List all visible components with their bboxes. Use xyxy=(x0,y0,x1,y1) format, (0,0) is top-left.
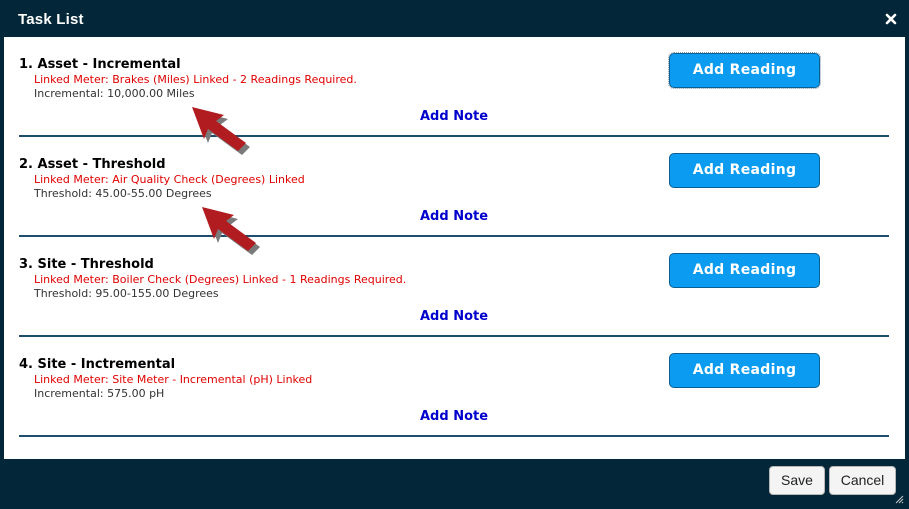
add-note-link[interactable]: Add Note xyxy=(420,109,488,124)
dialog-title: Task List xyxy=(18,11,84,28)
add-reading-button[interactable]: Add Reading xyxy=(669,353,820,388)
task-meter-value: Incremental: 575.00 pH xyxy=(34,387,165,400)
task-list: 1. Asset - Incremental Linked Meter: Bra… xyxy=(4,37,905,459)
task-meter-value: Incremental: 10,000.00 Miles xyxy=(34,87,195,100)
task-item: 2. Asset - Threshold Linked Meter: Air Q… xyxy=(19,137,889,237)
task-title: 3. Site - Threshold xyxy=(19,257,154,272)
task-meter-value: Threshold: 95.00-155.00 Degrees xyxy=(34,287,219,300)
task-item: 3. Site - Threshold Linked Meter: Boiler… xyxy=(19,237,889,337)
task-title: 4. Site - Inctremental xyxy=(19,357,176,372)
save-button[interactable]: Save xyxy=(769,466,825,495)
task-linked-meter: Linked Meter: Site Meter - Incremental (… xyxy=(34,373,313,386)
add-reading-button[interactable]: Add Reading xyxy=(669,153,820,188)
task-list-dialog: Task List 1. Asset - Incremental Linked … xyxy=(0,0,909,509)
task-meter-value: Threshold: 45.00-55.00 Degrees xyxy=(34,187,212,200)
task-linked-meter: Linked Meter: Boiler Check (Degrees) Lin… xyxy=(34,273,407,286)
task-linked-meter: Linked Meter: Brakes (Miles) Linked - 2 … xyxy=(34,73,357,86)
add-note-link[interactable]: Add Note xyxy=(420,209,488,224)
task-title: 1. Asset - Incremental xyxy=(19,57,181,72)
add-reading-button[interactable]: Add Reading xyxy=(668,52,821,89)
task-item: 4. Site - Inctremental Linked Meter: Sit… xyxy=(19,337,889,437)
task-linked-meter: Linked Meter: Air Quality Check (Degrees… xyxy=(34,173,305,186)
dialog-footer: Save Cancel xyxy=(4,459,905,505)
resize-grip-icon[interactable] xyxy=(894,494,904,504)
add-reading-button[interactable]: Add Reading xyxy=(669,253,820,288)
add-note-link[interactable]: Add Note xyxy=(420,409,488,424)
dialog-titlebar: Task List xyxy=(4,4,905,37)
cancel-button[interactable]: Cancel xyxy=(829,466,896,495)
task-item: 1. Asset - Incremental Linked Meter: Bra… xyxy=(19,37,889,137)
close-icon[interactable] xyxy=(883,11,899,27)
add-note-link[interactable]: Add Note xyxy=(420,309,488,324)
task-title: 2. Asset - Threshold xyxy=(19,157,166,172)
